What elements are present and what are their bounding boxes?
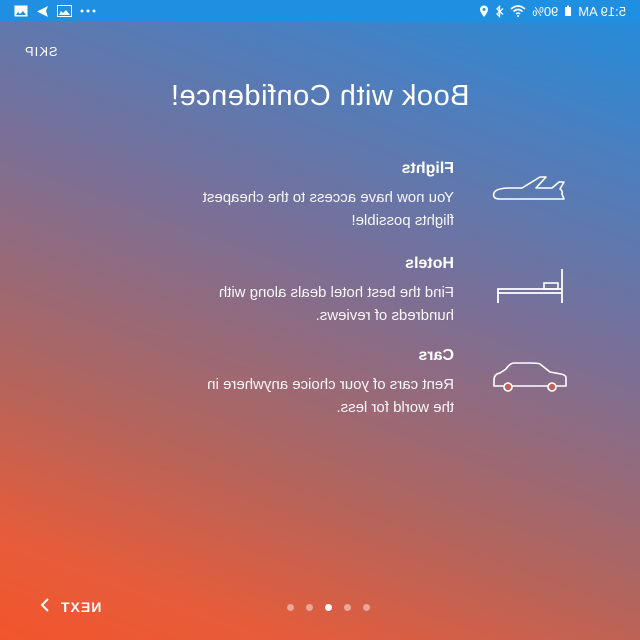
- page-dot[interactable]: [287, 604, 294, 611]
- chevron-right-icon: [40, 598, 50, 615]
- status-bar: 5:19 AM 90%: [0, 0, 640, 22]
- page-dot[interactable]: [344, 604, 351, 611]
- location-icon: [479, 5, 489, 18]
- page-dot[interactable]: [363, 604, 370, 611]
- feature-title: Hotels: [405, 255, 454, 272]
- next-label: NEXT: [60, 598, 102, 615]
- page-dot-active[interactable]: [325, 604, 332, 611]
- plane-icon: [490, 160, 570, 220]
- messenger-icon: [36, 5, 49, 18]
- bluetooth-icon: [495, 4, 504, 18]
- feature-description: Rent cars of your choice anywhere in the…: [207, 376, 454, 416]
- feature-cars: Cars Rent cars of your choice anywhere i…: [30, 347, 570, 419]
- bottom-navigation: NEXT: [0, 592, 640, 622]
- page-title: Book with Confidence!: [170, 80, 470, 112]
- more-dots-icon: [80, 9, 96, 13]
- feature-description: You now have access to the cheapest flig…: [202, 189, 454, 229]
- bed-icon: [490, 255, 570, 315]
- feature-hotels: Hotels Find the best hotel deals along w…: [30, 255, 570, 327]
- feature-title: Flights: [401, 160, 454, 177]
- feature-title: Cars: [418, 347, 454, 364]
- battery-icon: [564, 5, 572, 17]
- skip-button[interactable]: SKIP: [24, 44, 58, 59]
- page-indicator: [287, 604, 370, 611]
- next-button[interactable]: NEXT: [40, 598, 101, 615]
- car-icon: [490, 347, 570, 407]
- image-icon: [14, 5, 28, 17]
- onboarding-screen: 5:19 AM 90% SKIP Book with Confidence! F…: [0, 0, 640, 640]
- battery-percent: 90%: [532, 3, 559, 19]
- page-dot[interactable]: [306, 604, 313, 611]
- feature-description: Find the best hotel deals along with hun…: [218, 284, 454, 324]
- mirrored-content: 5:19 AM 90% SKIP Book with Confidence! F…: [0, 0, 640, 640]
- status-time: 5:19 AM: [578, 3, 626, 19]
- wifi-icon: [510, 5, 526, 17]
- gallery-icon: [57, 5, 72, 17]
- feature-flights: Flights You now have access to the cheap…: [30, 160, 570, 232]
